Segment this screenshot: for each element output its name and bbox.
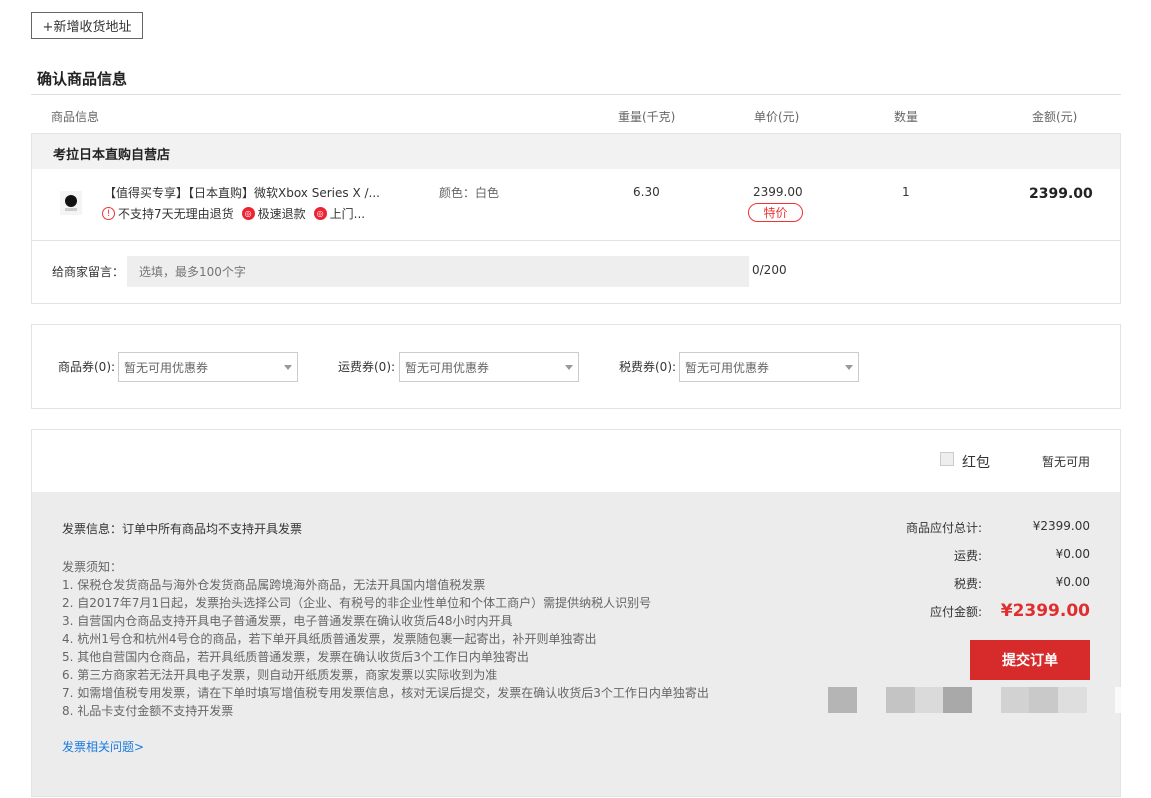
coupon-label-tax: 税费券(0): <box>619 360 677 374</box>
col-header-quantity: 数量 <box>894 110 919 124</box>
invoice-note: 6. 第三方商家若无法开具电子发票，则自动开纸质发票，商家发票以实际收到为准 <box>62 668 498 682</box>
red-packet-row <box>31 429 1121 493</box>
store-header <box>32 134 1120 169</box>
product-amount: 2399.00 <box>1029 186 1093 202</box>
service-tags: ! 不支持7天无理由退货 ◎ 极速退款 ◎ 上门... <box>102 205 365 222</box>
tag-fast-refund: 极速退款 <box>257 207 306 221</box>
chevron-down-icon <box>565 365 573 370</box>
page-title: 确认商品信息 <box>37 70 128 88</box>
col-header-info: 商品信息 <box>51 110 100 124</box>
fast-refund-icon: ◎ <box>241 207 255 220</box>
red-packet-checkbox[interactable] <box>940 452 954 466</box>
divider <box>32 240 1120 241</box>
invoice-note: 4. 杭州1号仓和杭州4号仓的商品，若下单开具纸质普通发票，发票随包裹一起寄出，… <box>62 632 597 646</box>
coupon-select-goods[interactable]: 暂无可用优惠券 <box>118 352 298 382</box>
obscured-block <box>1001 687 1029 713</box>
coupon-label-goods: 商品券(0): <box>58 360 116 374</box>
invoice-note: 8. 礼品卡支付金额不支持开发票 <box>62 704 234 718</box>
warning-icon: ! <box>102 207 115 220</box>
invoice-note: 2. 自2017年7月1日起，发票抬头选择公司（企业、有税号的非企业性单位和个体… <box>62 596 652 610</box>
divider <box>31 94 1121 95</box>
obscured-block <box>1115 687 1121 713</box>
invoice-notes-title: 发票须知： <box>62 560 123 574</box>
product-quantity: 1 <box>902 185 910 199</box>
product-name[interactable]: 【值得买专享】【日本直购】微软Xbox Series X /... <box>104 184 380 201</box>
col-header-price: 单价(元) <box>754 110 800 124</box>
coupon-select-shipping[interactable]: 暂无可用优惠券 <box>399 352 579 382</box>
message-label: 给商家留言： <box>52 265 125 279</box>
pickup-icon: ◎ <box>313 207 327 220</box>
product-attribute: 颜色：白色 <box>439 186 500 200</box>
tag-no-return: 不支持7天无理由退货 <box>118 207 234 221</box>
invoice-info: 发票信息：订单中所有商品均不支持开具发票 <box>62 522 303 536</box>
obscured-block <box>915 687 943 713</box>
obscured-block <box>972 687 1001 713</box>
special-price-badge: 特价 <box>748 203 803 222</box>
invoice-note: 7. 如需增值税专用发票，请在下单时填写增值税专用发票信息，核对无误后提交，发票… <box>62 686 709 700</box>
obscured-block <box>886 687 915 713</box>
obscured-block <box>828 687 857 713</box>
tax-value: ¥0.00 <box>1055 575 1090 589</box>
obscured-block <box>1029 687 1058 713</box>
add-address-button[interactable]: +新增收货地址 <box>31 12 143 39</box>
payable-total: ¥2399.00 <box>1000 601 1090 621</box>
coupon-select-value: 暂无可用优惠券 <box>124 360 209 375</box>
invoice-note: 3. 自营国内仓商品支持开具电子普通发票，电子普通发票在确认收货后48小时内开具 <box>62 614 513 628</box>
coupon-label-shipping: 运费券(0): <box>338 360 396 374</box>
coupon-select-tax[interactable]: 暂无可用优惠券 <box>679 352 859 382</box>
red-packet-label: 红包 <box>962 455 990 471</box>
coupon-select-value: 暂无可用优惠券 <box>685 360 770 375</box>
product-weight: 6.30 <box>633 185 660 199</box>
invoice-note: 5. 其他自营国内仓商品，若开具纸质普通发票，发票在确认收货后3个工作日内单独寄… <box>62 650 529 664</box>
tax-label: 税费: <box>953 577 982 591</box>
invoice-notes: 发票须知： 1. 保税仓发货商品与海外仓发货商品属跨境海外商品，无法开具国内增值… <box>62 558 712 720</box>
col-header-weight: 重量(千克) <box>618 110 676 124</box>
goods-total-label: 商品应付总计: <box>905 521 982 535</box>
shipping-value: ¥0.00 <box>1055 547 1090 561</box>
col-header-amount: 金额(元) <box>1032 110 1078 124</box>
chevron-down-icon <box>284 365 292 370</box>
invoice-help-link[interactable]: 发票相关问题> <box>62 738 144 755</box>
message-char-count: 0/200 <box>752 263 787 277</box>
obscured-block <box>1058 687 1087 713</box>
coupon-select-value: 暂无可用优惠券 <box>405 360 490 375</box>
product-price: 2399.00 <box>753 185 803 199</box>
product-thumbnail[interactable] <box>60 191 82 215</box>
goods-total-value: ¥2399.00 <box>1032 519 1090 533</box>
red-packet-status: 暂无可用 <box>1042 455 1091 469</box>
shipping-label: 运费: <box>953 549 982 563</box>
obscured-block <box>943 687 972 713</box>
payable-label: 应付金额: <box>929 605 982 619</box>
chevron-down-icon <box>845 365 853 370</box>
invoice-note: 1. 保税仓发货商品与海外仓发货商品属跨境海外商品，无法开具国内增值税发票 <box>62 578 486 592</box>
seller-message-input[interactable] <box>127 256 749 287</box>
store-name[interactable]: 考拉日本直购自营店 <box>53 144 170 163</box>
submit-order-button[interactable]: 提交订单 <box>970 640 1090 680</box>
tag-pickup[interactable]: 上门... <box>330 205 365 222</box>
